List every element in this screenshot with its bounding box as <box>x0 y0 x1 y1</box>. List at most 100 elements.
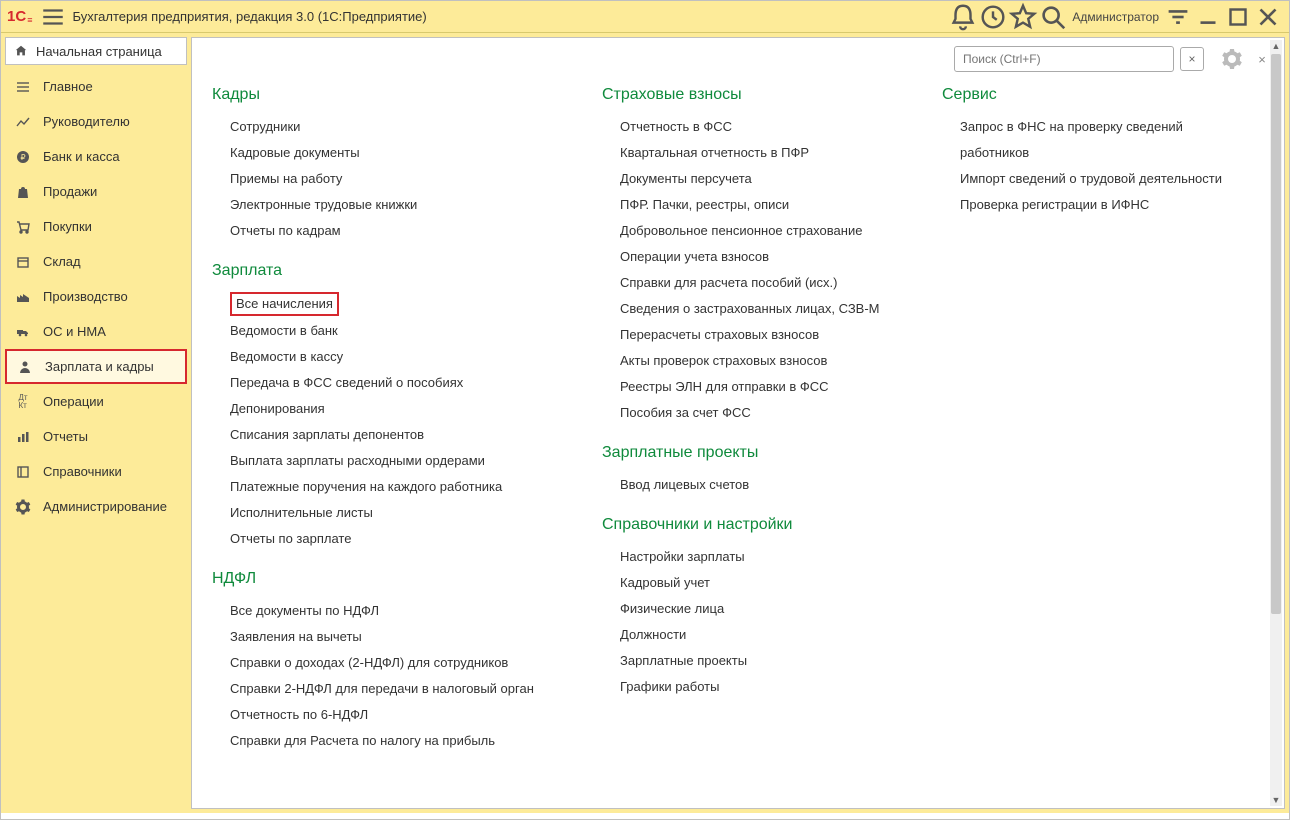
close-icon[interactable] <box>1253 4 1283 30</box>
link-item[interactable]: Ввод лицевых счетов <box>620 472 912 498</box>
sidebar-item-label: Склад <box>43 254 81 269</box>
link-item[interactable]: Депонирования <box>230 396 572 422</box>
link-item[interactable]: Все документы по НДФЛ <box>230 598 572 624</box>
link-item[interactable]: Настройки зарплаты <box>620 544 912 570</box>
dtdk-icon: ДтКт <box>15 394 31 410</box>
link-item[interactable]: Пособия за счет ФСС <box>620 400 912 426</box>
link-item[interactable]: Ведомости в банк <box>230 318 572 344</box>
sidebar-item-7[interactable]: ОС и НМА <box>5 314 187 349</box>
column-2: Сервис Запрос в ФНС на проверку сведений … <box>942 86 1252 754</box>
link-item[interactable]: Платежные поручения на каждого работника <box>230 474 572 500</box>
bag-icon <box>15 184 31 200</box>
sidebar-item-12[interactable]: Администрирование <box>5 489 187 524</box>
link-item[interactable]: Списания зарплаты депонентов <box>230 422 572 448</box>
history-icon[interactable] <box>978 4 1008 30</box>
content-panel: × × Кадры СотрудникиКадровые документыПри… <box>191 37 1285 809</box>
sidebar-item-label: Операции <box>43 394 104 409</box>
section-heading[interactable]: Кадры <box>212 86 572 104</box>
sidebar-item-label: Продажи <box>43 184 97 199</box>
link-item[interactable]: Акты проверок страховых взносов <box>620 348 912 374</box>
sidebar-item-5[interactable]: Склад <box>5 244 187 279</box>
window-menu-icon[interactable] <box>1163 4 1193 30</box>
link-item[interactable]: Отчеты по кадрам <box>230 218 572 244</box>
start-page-tab[interactable]: Начальная страница <box>5 37 187 65</box>
link-item[interactable]: Зарплатные проекты <box>620 648 912 674</box>
link-item[interactable]: Справки для расчета пособий (исх.) <box>620 270 912 296</box>
sidebar-item-3[interactable]: Продажи <box>5 174 187 209</box>
section-heading[interactable]: Сервис <box>942 86 1252 104</box>
link-item[interactable]: Отчетность по 6-НДФЛ <box>230 702 572 728</box>
link-item[interactable]: ПФР. Пачки, реестры, описи <box>620 192 912 218</box>
sidebar-item-6[interactable]: Производство <box>5 279 187 314</box>
sidebar-item-1[interactable]: Руководителю <box>5 104 187 139</box>
sidebar-item-label: Отчеты <box>43 429 88 444</box>
link-item[interactable]: Документы персучета <box>620 166 912 192</box>
link-item[interactable]: Отчеты по зарплате <box>230 526 572 552</box>
link-item[interactable]: Справки 2-НДФЛ для передачи в налоговый … <box>230 676 572 702</box>
sidebar-item-2[interactable]: ₽Банк и касса <box>5 139 187 174</box>
link-item[interactable]: Приемы на работу <box>230 166 572 192</box>
section-heading[interactable]: Справочники и настройки <box>602 516 912 534</box>
gear-icon <box>15 499 31 515</box>
link-item[interactable]: Должности <box>620 622 912 648</box>
link-item[interactable]: Отчетность в ФСС <box>620 114 912 140</box>
search-box[interactable] <box>954 46 1174 72</box>
section-heading[interactable]: НДФЛ <box>212 570 572 588</box>
hamburger-icon[interactable] <box>40 4 66 30</box>
link-item[interactable]: Физические лица <box>620 596 912 622</box>
bell-icon[interactable] <box>948 4 978 30</box>
link-item[interactable]: Справки о доходах (2-НДФЛ) для сотрудник… <box>230 650 572 676</box>
chart-icon <box>15 429 31 445</box>
book-icon <box>15 464 31 480</box>
star-icon[interactable] <box>1008 4 1038 30</box>
window-title: Бухгалтерия предприятия, редакция 3.0 (1… <box>72 9 948 24</box>
sidebar-item-10[interactable]: Отчеты <box>5 419 187 454</box>
settings-gear-icon[interactable] <box>1220 47 1244 71</box>
link-item[interactable]: Заявления на вычеты <box>230 624 572 650</box>
sidebar-item-4[interactable]: Покупки <box>5 209 187 244</box>
link-item[interactable]: Ведомости в кассу <box>230 344 572 370</box>
scroll-down-icon[interactable]: ▼ <box>1270 794 1282 806</box>
search-input[interactable] <box>955 52 1173 66</box>
search-icon[interactable] <box>1038 4 1068 30</box>
trend-icon <box>15 114 31 130</box>
link-item[interactable]: Кадровый учет <box>620 570 912 596</box>
link-item[interactable]: Импорт сведений о трудовой деятельности <box>960 166 1252 192</box>
section-heading[interactable]: Зарплатные проекты <box>602 444 912 462</box>
link-item[interactable]: Операции учета взносов <box>620 244 912 270</box>
link-item[interactable]: Запрос в ФНС на проверку сведений работн… <box>960 114 1252 166</box>
sidebar-item-9[interactable]: ДтКт Операции <box>5 384 187 419</box>
link-item[interactable]: Перерасчеты страховых взносов <box>620 322 912 348</box>
sidebar-item-label: Производство <box>43 289 128 304</box>
link-item[interactable]: Передача в ФСС сведений о пособиях <box>230 370 572 396</box>
section-heading[interactable]: Зарплата <box>212 262 572 280</box>
link-item[interactable]: Все начисления <box>230 292 339 316</box>
maximize-icon[interactable] <box>1223 4 1253 30</box>
sidebar-item-label: Руководителю <box>43 114 130 129</box>
minimize-icon[interactable] <box>1193 4 1223 30</box>
search-clear-button[interactable]: × <box>1180 47 1204 71</box>
link-item[interactable]: Проверка регистрации в ИФНС <box>960 192 1252 218</box>
link-item[interactable]: Электронные трудовые книжки <box>230 192 572 218</box>
section-heading[interactable]: Страховые взносы <box>602 86 912 104</box>
sidebar-item-8[interactable]: Зарплата и кадры <box>5 349 187 384</box>
link-item[interactable]: Графики работы <box>620 674 912 700</box>
scrollbar[interactable]: ▲ ▼ <box>1270 40 1282 806</box>
scroll-thumb[interactable] <box>1271 54 1281 614</box>
link-item[interactable]: Сведения о застрахованных лицах, СЗВ-М <box>620 296 912 322</box>
link-item[interactable]: Реестры ЭЛН для отправки в ФСС <box>620 374 912 400</box>
link-item[interactable]: Исполнительные листы <box>230 500 572 526</box>
box-icon <box>15 254 31 270</box>
link-item[interactable]: Кадровые документы <box>230 140 572 166</box>
sidebar-item-0[interactable]: Главное <box>5 69 187 104</box>
link-item[interactable]: Добровольное пенсионное страхование <box>620 218 912 244</box>
panel-close-icon[interactable]: × <box>1250 47 1274 71</box>
link-item[interactable]: Сотрудники <box>230 114 572 140</box>
link-list: Все документы по НДФЛЗаявления на вычеты… <box>212 598 572 754</box>
person-icon <box>17 359 33 375</box>
link-item[interactable]: Выплата зарплаты расходными ордерами <box>230 448 572 474</box>
link-item[interactable]: Справки для Расчета по налогу на прибыль <box>230 728 572 754</box>
link-item[interactable]: Квартальная отчетность в ПФР <box>620 140 912 166</box>
username-label[interactable]: Администратор <box>1068 10 1163 24</box>
sidebar-item-11[interactable]: Справочники <box>5 454 187 489</box>
